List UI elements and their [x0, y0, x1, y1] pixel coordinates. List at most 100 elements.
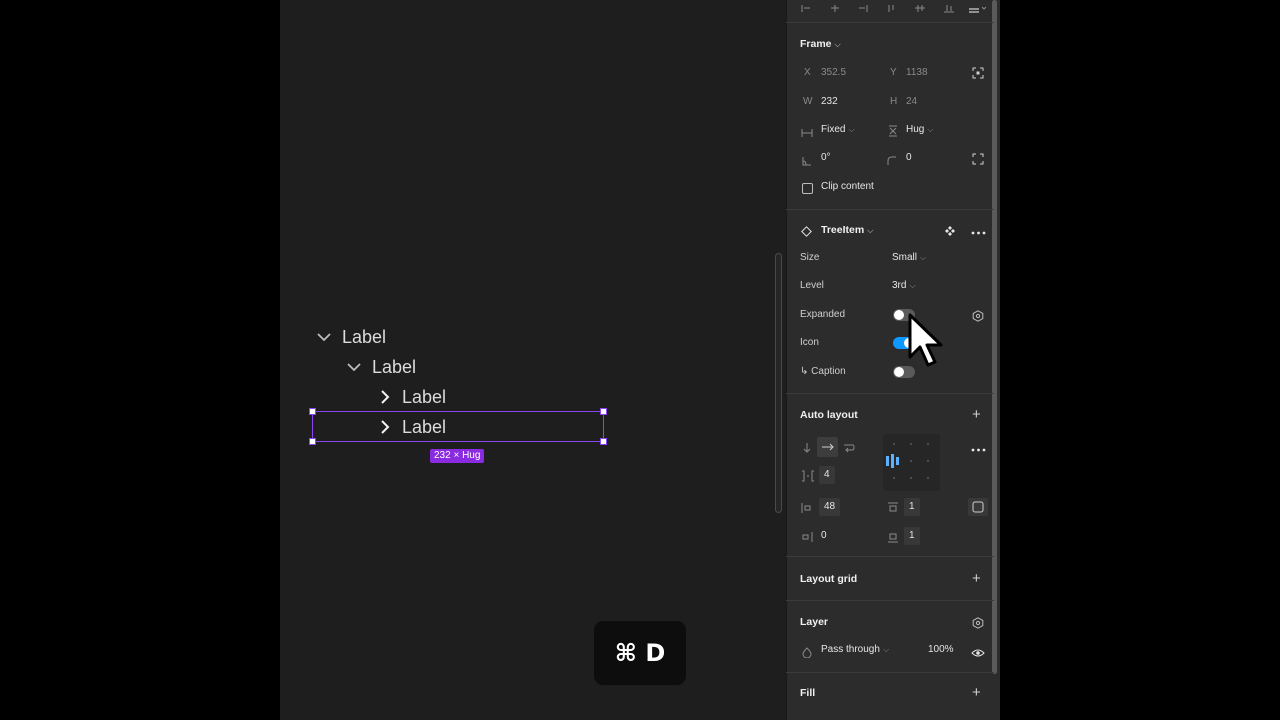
- prop-label-level: Level: [800, 280, 824, 291]
- opacity-input[interactable]: 100%: [928, 644, 954, 655]
- tree-item-label: Label: [372, 356, 417, 377]
- height-mode-value: Hug: [906, 124, 925, 135]
- prop-label-size: Size: [800, 252, 820, 263]
- w-input[interactable]: 232: [821, 96, 838, 107]
- alignment-grid[interactable]: [883, 434, 940, 491]
- chevron-right-icon[interactable]: [374, 387, 394, 407]
- resize-handle-top-right[interactable]: [600, 408, 607, 415]
- width-mode-select[interactable]: Fixed ⌵: [821, 124, 855, 135]
- blend-mode-select[interactable]: Pass through ⌵: [821, 644, 889, 655]
- prop-label-icon: Icon: [800, 337, 819, 348]
- auto-layout-section-title: Auto layout: [800, 409, 858, 421]
- component-property-icon[interactable]: [972, 309, 984, 327]
- gap-icon: [801, 469, 815, 487]
- tree-item-level-3[interactable]: Label: [374, 382, 446, 412]
- horizontal-direction-button[interactable]: [817, 437, 838, 457]
- chevron-down-icon: ⌵: [834, 40, 841, 49]
- divider: [786, 209, 994, 210]
- clip-content-checkbox[interactable]: [802, 181, 813, 199]
- size-property-select[interactable]: Small ⌵: [892, 252, 926, 263]
- rotation-icon: [802, 153, 812, 171]
- panel-scrollbar[interactable]: [992, 0, 997, 674]
- x-label: X: [804, 67, 811, 78]
- distribute-menu-icon[interactable]: [968, 0, 990, 18]
- left-padding-input[interactable]: 0: [821, 530, 827, 541]
- chevron-down-icon: ⌵: [909, 281, 916, 290]
- chevron-down-icon: ⌵: [927, 125, 934, 134]
- prop-label-caption: ↳ Caption: [800, 366, 846, 377]
- individual-padding-button[interactable]: [968, 498, 988, 516]
- chevron-down-icon[interactable]: [344, 357, 364, 377]
- eye-icon[interactable]: [971, 645, 985, 663]
- wrap-icon[interactable]: [843, 441, 855, 459]
- resize-handle-bottom-right[interactable]: [600, 438, 607, 445]
- height-mode-select[interactable]: Hug ⌵: [906, 124, 933, 135]
- divider: [786, 393, 994, 394]
- remove-auto-layout-plus-icon[interactable]: +: [972, 407, 981, 422]
- chevron-down-icon: ⌵: [882, 645, 890, 654]
- independent-corners-icon[interactable]: [972, 152, 984, 170]
- mouse-cursor-icon: [906, 313, 946, 376]
- canvas-scrollbar[interactable]: [775, 253, 782, 513]
- corner-radius-icon: [887, 153, 897, 171]
- blend-mode-value: Pass through: [821, 644, 880, 655]
- horizontal-resize-icon: [801, 125, 813, 143]
- align-bottom-icon[interactable]: [943, 0, 955, 18]
- y-label: Y: [890, 67, 897, 78]
- level-property-select[interactable]: 3rd ⌵: [892, 280, 916, 291]
- chevron-down-icon: ⌵: [867, 226, 874, 235]
- divider: [786, 600, 994, 601]
- inspector-panel: [786, 0, 1000, 720]
- level-value: 3rd: [892, 280, 907, 291]
- corner-radius-input[interactable]: 0: [906, 152, 912, 163]
- layer-section-title: Layer: [800, 616, 829, 628]
- top-padding-icon: [887, 501, 899, 519]
- y-input[interactable]: 1138: [906, 67, 928, 78]
- more-options-icon[interactable]: [971, 225, 986, 243]
- size-badge: 232 × Hug: [430, 449, 485, 463]
- prop-label-expanded: Expanded: [800, 309, 846, 320]
- chevron-down-icon[interactable]: [314, 327, 334, 347]
- chevron-down-icon: ⌵: [920, 253, 927, 262]
- align-left-icon[interactable]: [800, 0, 812, 18]
- auto-layout-more-icon[interactable]: [971, 442, 986, 460]
- width-mode-value: Fixed: [821, 124, 846, 135]
- rotation-input[interactable]: 0°: [821, 152, 831, 163]
- component-instance-icon: [801, 224, 812, 242]
- frame-section-title[interactable]: Frame ⌵: [800, 38, 841, 50]
- align-vertical-center-icon[interactable]: [914, 0, 926, 18]
- gap-input[interactable]: 4: [819, 466, 835, 484]
- align-right-icon[interactable]: [857, 0, 869, 18]
- add-fill-plus-icon[interactable]: +: [972, 685, 981, 700]
- layer-style-icon[interactable]: [972, 616, 984, 634]
- h-label: H: [890, 96, 898, 107]
- selection-box[interactable]: [312, 411, 604, 442]
- vertical-resize-icon: [888, 124, 898, 142]
- resize-handle-bottom-left[interactable]: [309, 438, 316, 445]
- vertical-direction-icon[interactable]: [802, 441, 812, 459]
- add-layout-grid-plus-icon[interactable]: +: [972, 571, 981, 586]
- constraints-icon[interactable]: [972, 66, 984, 84]
- blend-mode-icon: [802, 645, 812, 663]
- go-to-main-component-icon[interactable]: [944, 224, 956, 242]
- top-padding-input[interactable]: 1: [904, 498, 920, 516]
- frame-title: Frame: [800, 38, 832, 50]
- horizontal-padding-input[interactable]: 48: [819, 498, 841, 516]
- divider: [786, 672, 994, 673]
- align-horizontal-center-icon[interactable]: [829, 0, 841, 18]
- clip-content-label: Clip content: [821, 181, 874, 192]
- bottom-padding-input[interactable]: 1: [904, 527, 920, 545]
- h-input[interactable]: 24: [906, 96, 917, 107]
- tree-item-level-2[interactable]: Label: [344, 352, 416, 382]
- divider: [786, 556, 994, 557]
- bottom-padding-icon: [887, 530, 899, 548]
- component-name-select[interactable]: TreeItem ⌵: [821, 224, 873, 236]
- w-label: W: [803, 96, 813, 107]
- tree-item-label: Label: [342, 326, 387, 347]
- align-top-icon[interactable]: [886, 0, 898, 18]
- tree-item-level-1[interactable]: Label: [314, 322, 386, 352]
- component-name: TreeItem: [821, 224, 865, 236]
- x-input[interactable]: 352.5: [821, 67, 846, 78]
- resize-handle-top-left[interactable]: [309, 408, 316, 415]
- divider: [786, 22, 994, 23]
